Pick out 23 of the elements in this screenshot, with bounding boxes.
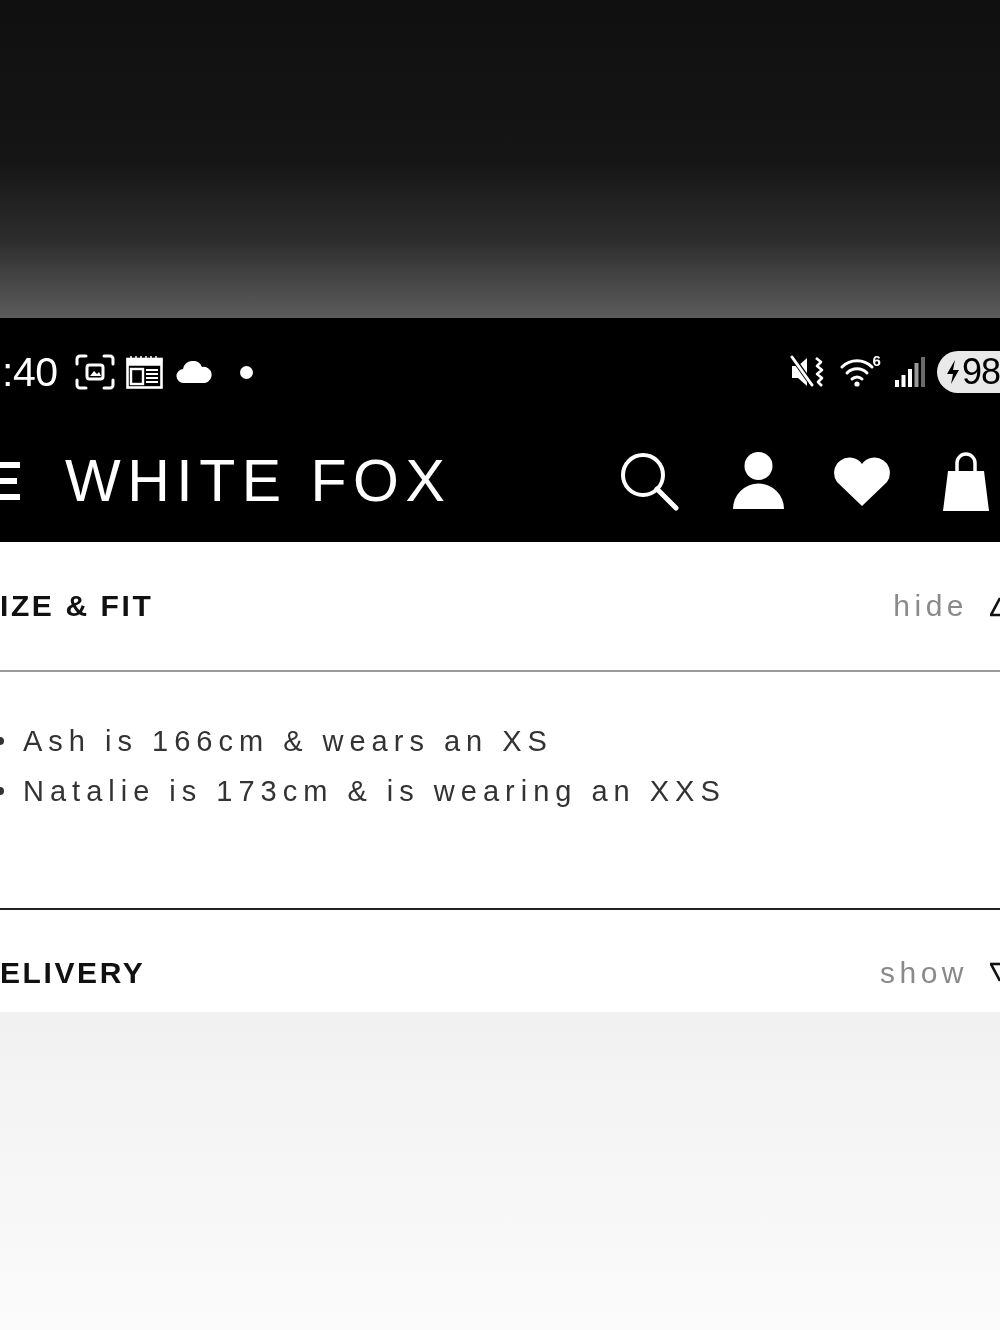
bolt-icon [945,360,960,384]
battery-level: 98 [961,351,1000,393]
menu-icon[interactable] [0,462,20,500]
heart-icon[interactable] [832,455,892,507]
search-icon[interactable] [619,451,679,511]
muted-vibrate-icon [789,355,826,389]
notification-dot-icon [239,365,253,379]
site-logo[interactable]: WHITE FOX [65,451,452,511]
section-header[interactable]: ELIVERY show [0,910,1000,1012]
person-icon[interactable] [731,451,786,511]
bullet-text: Ash is 166cm & wears an XS [23,724,553,759]
signal-icon [894,357,925,387]
section-title: IZE & FIT [0,588,154,624]
wifi-label: 6 [872,353,881,368]
clock-time: :40 [2,351,58,393]
section-title: ELIVERY [0,955,146,991]
bag-icon[interactable] [942,451,990,511]
section-header[interactable]: IZE & FIT hide [0,542,1000,672]
screenshot-icon [74,354,115,390]
wifi-icon [839,357,874,387]
cloud-icon [175,361,213,383]
calendar-icon [125,355,163,389]
bullet-text: Natalie is 173cm & is wearing an XXS [23,774,726,809]
